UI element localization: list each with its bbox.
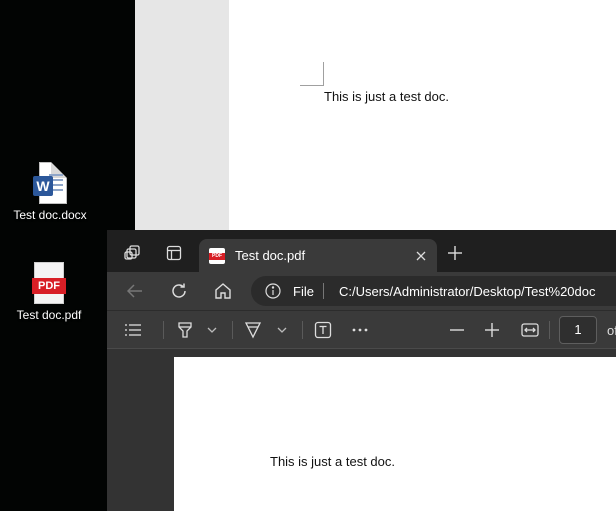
draw-options-chevron-icon[interactable] [275, 319, 289, 341]
word-window: This is just a test doc. [135, 0, 616, 232]
toolbar-divider [163, 321, 164, 339]
more-options-icon[interactable] [350, 319, 370, 341]
pdf-page[interactable]: This is just a test doc. [174, 357, 616, 511]
tab-test-doc-pdf[interactable]: PDF Test doc.pdf [199, 239, 437, 272]
info-icon[interactable] [265, 283, 281, 299]
desktop-icon-test-doc-docx[interactable]: W Test doc.docx [0, 162, 100, 222]
word-document-page[interactable]: This is just a test doc. [229, 0, 616, 232]
workspaces-icon[interactable] [121, 241, 145, 265]
highlight-options-chevron-icon[interactable] [205, 319, 219, 341]
word-file-icon: W [33, 162, 67, 204]
address-bar[interactable]: File C:/Users/Administrator/Desktop/Test… [251, 276, 616, 306]
zoom-in-icon[interactable] [482, 319, 502, 341]
fit-to-width-icon[interactable] [519, 319, 541, 341]
pdf-toolbar: 1 of [107, 310, 616, 349]
toolbar-divider [232, 321, 233, 339]
close-tab-icon[interactable] [411, 246, 431, 266]
home-icon[interactable] [210, 278, 236, 304]
edge-browser-window: PDF Test doc.pdf File C:/Users/Administr… [107, 230, 616, 511]
toolbar-divider [549, 321, 550, 339]
pdf-favicon-icon: PDF [209, 248, 225, 264]
desktop-icon-test-doc-pdf[interactable]: PDF Test doc.pdf [0, 262, 99, 322]
zoom-out-icon[interactable] [447, 319, 467, 341]
tab-actions-icon[interactable] [162, 241, 186, 265]
address-url-text[interactable]: C:/Users/Administrator/Desktop/Test%20do… [339, 284, 595, 299]
navigation-bar: File C:/Users/Administrator/Desktop/Test… [107, 272, 616, 310]
tab-title: Test doc.pdf [235, 248, 306, 263]
page-number-input[interactable]: 1 [559, 316, 597, 344]
desktop: W Test doc.docx PDF Test doc.pdf This is… [0, 0, 616, 511]
margin-corner-mark [300, 62, 324, 86]
tab-bar: PDF Test doc.pdf [107, 230, 616, 272]
pdf-document-text: This is just a test doc. [270, 454, 395, 469]
pdf-viewer-area: This is just a test doc. [107, 349, 616, 511]
new-tab-icon[interactable] [443, 241, 467, 265]
toolbar-divider [302, 321, 303, 339]
address-divider [323, 283, 324, 299]
page-count-label: of [607, 323, 616, 338]
word-document-text: This is just a test doc. [324, 89, 449, 104]
desktop-icon-label: Test doc.docx [13, 208, 87, 222]
desktop-icon-label: Test doc.pdf [16, 308, 82, 322]
contents-list-icon[interactable] [123, 319, 143, 341]
address-scheme-label: File [293, 284, 314, 299]
highlight-icon[interactable] [175, 319, 195, 341]
back-arrow-icon[interactable] [122, 278, 148, 304]
add-text-icon[interactable] [313, 319, 333, 341]
refresh-icon[interactable] [166, 278, 192, 304]
draw-icon[interactable] [243, 319, 263, 341]
pdf-file-icon: PDF [32, 262, 66, 304]
